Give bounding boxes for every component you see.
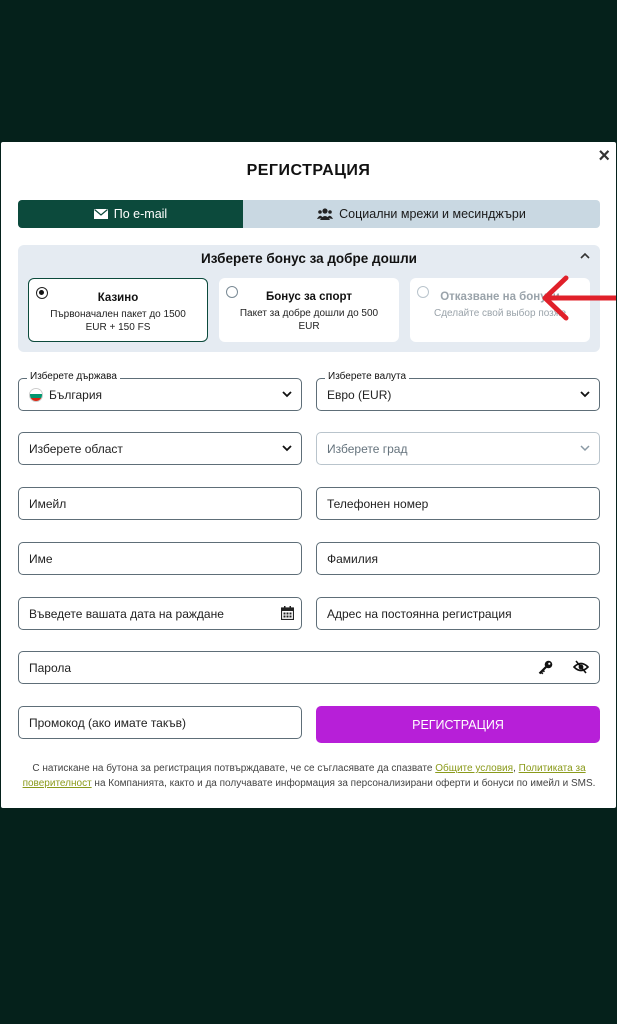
country-select[interactable]: Изберете държава България bbox=[18, 371, 302, 411]
phone-placeholder: Телефонен номер bbox=[327, 496, 429, 511]
currency-value: Евро (EUR) bbox=[327, 387, 392, 402]
email-field[interactable]: Имейл bbox=[18, 487, 302, 520]
country-label: Изберете държава bbox=[27, 371, 120, 382]
envelope-icon bbox=[93, 209, 108, 219]
bonus-card-title: Казино bbox=[97, 292, 139, 304]
bonus-card-desc: Първоначален пакет до 1500 EUR + 150 FS bbox=[50, 309, 186, 333]
region-select[interactable]: Изберете област bbox=[18, 432, 302, 465]
registration-modal: × РЕГИСТРАЦИЯ По e-mail Социални мрежи и… bbox=[1, 142, 616, 808]
bonus-card-desc: Пакет за добре дошли до 500 EUR bbox=[239, 308, 379, 332]
register-button[interactable]: РЕГИСТРАЦИЯ bbox=[316, 706, 600, 743]
terms-text-after: на Компанията, както и да получавате инф… bbox=[91, 778, 596, 789]
region-placeholder: Изберете област bbox=[29, 441, 123, 456]
terms-link[interactable]: Общите условия bbox=[435, 763, 513, 774]
currency-select[interactable]: Изберете валута Евро (EUR) bbox=[316, 371, 600, 411]
registration-tabs: По e-mail Социални мрежи и месинджъри bbox=[18, 200, 600, 228]
first-name-field[interactable]: Име bbox=[18, 542, 302, 575]
address-field[interactable]: Адрес на постоянна регистрация bbox=[316, 597, 600, 630]
bulgaria-flag-icon bbox=[29, 387, 43, 402]
chevron-up-icon[interactable] bbox=[580, 251, 590, 263]
city-select[interactable]: Изберете град bbox=[316, 432, 600, 465]
terms-text-before: С натискане на бутона за регистрация пот… bbox=[32, 763, 436, 774]
bonus-card-title: Бонус за спорт bbox=[266, 291, 352, 303]
tab-email-label: По e-mail bbox=[113, 207, 168, 221]
city-placeholder: Изберете град bbox=[327, 441, 408, 456]
welcome-bonus-panel: Изберете бонус за добре дошли Казино Пър… bbox=[18, 245, 600, 352]
first-name-placeholder: Име bbox=[29, 551, 53, 566]
calendar-icon[interactable] bbox=[281, 606, 294, 620]
birthdate-field[interactable]: Въведете вашата дата на раждане bbox=[18, 597, 302, 630]
bonus-card-sport[interactable]: Бонус за спорт Пакет за добре дошли до 5… bbox=[219, 278, 399, 342]
address-placeholder: Адрес на постоянна регистрация bbox=[327, 606, 512, 621]
red-arrow-icon bbox=[542, 275, 616, 321]
password-placeholder: Парола bbox=[29, 660, 72, 675]
users-icon bbox=[317, 208, 334, 220]
last-name-placeholder: Фамилия bbox=[327, 551, 378, 566]
tab-social-label: Социални мрежи и месинджъри bbox=[339, 207, 526, 221]
bonus-header: Изберете бонус за добре дошли bbox=[201, 251, 417, 266]
password-field[interactable]: Парола bbox=[18, 651, 600, 684]
currency-label: Изберете валута bbox=[325, 371, 410, 382]
promo-code-field[interactable]: Промокод (ако имате такъв) bbox=[18, 706, 302, 739]
chevron-down-icon bbox=[282, 391, 292, 398]
key-icon[interactable] bbox=[538, 660, 553, 675]
chevron-down-icon bbox=[580, 445, 590, 452]
tab-email[interactable]: По e-mail bbox=[18, 200, 243, 228]
birthdate-placeholder: Въведете вашата дата на раждане bbox=[29, 606, 224, 621]
terms-text: С натискане на бутона за регистрация пот… bbox=[19, 761, 599, 791]
email-placeholder: Имейл bbox=[29, 496, 67, 511]
promo-placeholder: Промокод (ако имате такъв) bbox=[29, 715, 186, 730]
chevron-down-icon bbox=[580, 391, 590, 398]
tab-social[interactable]: Социални мрежи и месинджъри bbox=[243, 200, 600, 228]
bonus-card-casino[interactable]: Казино Първоначален пакет до 1500 EUR + … bbox=[28, 278, 208, 342]
eye-slash-icon[interactable] bbox=[573, 660, 589, 674]
chevron-down-icon bbox=[282, 445, 292, 452]
modal-title: РЕГИСТРАЦИЯ bbox=[246, 162, 371, 179]
last-name-field[interactable]: Фамилия bbox=[316, 542, 600, 575]
country-value: България bbox=[49, 387, 103, 402]
phone-field[interactable]: Телефонен номер bbox=[316, 487, 600, 520]
